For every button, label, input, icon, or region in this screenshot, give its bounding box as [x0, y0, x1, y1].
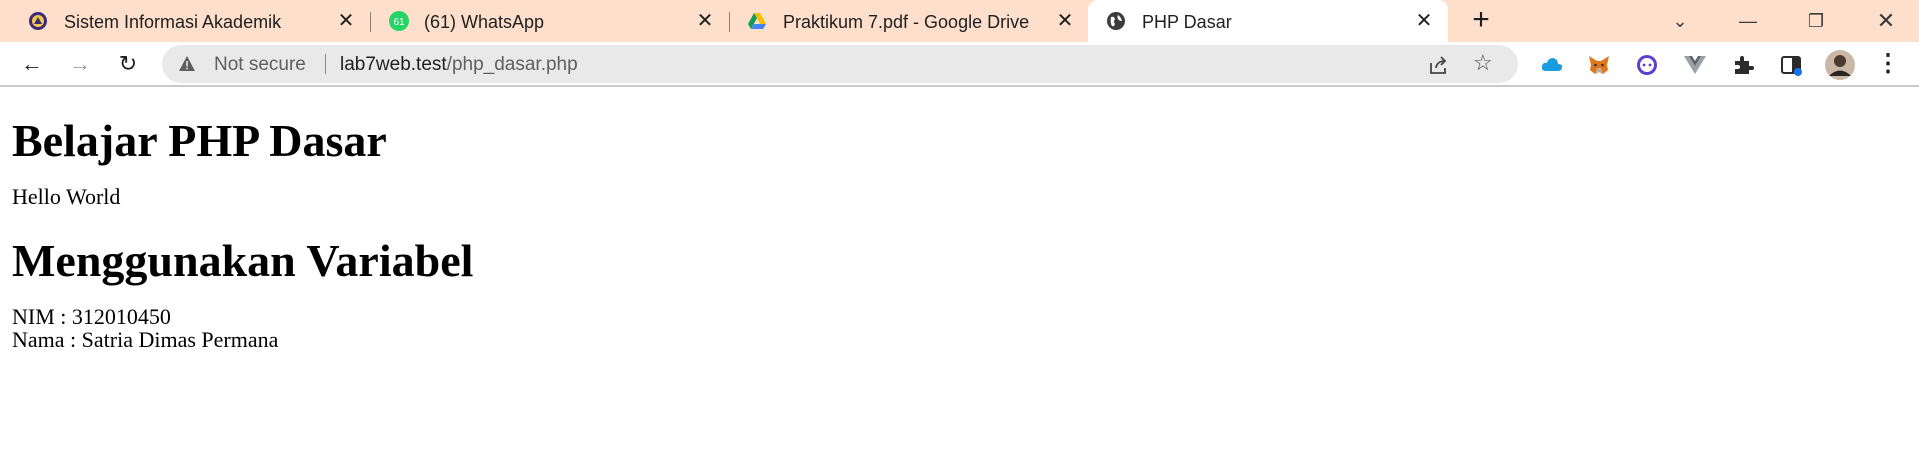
tab-title: Sistem Informasi Akademik — [64, 12, 282, 32]
tab-sistem-informasi[interactable]: Sistem Informasi Akademik ✕ — [0, 0, 370, 42]
tab-title: Praktikum 7.pdf - Google Drive — [783, 12, 1030, 32]
tab-close-icon[interactable]: ✕ — [335, 10, 357, 32]
tab-close-icon[interactable]: ✕ — [1054, 10, 1076, 32]
url-path: /php_dasar.php — [446, 54, 578, 75]
metamask-fox-icon[interactable] — [1587, 53, 1611, 77]
forward-arrow-icon[interactable]: → — [68, 52, 92, 76]
restore-icon[interactable]: ❐ — [1796, 6, 1836, 36]
profile-avatar[interactable] — [1824, 49, 1856, 81]
share-icon[interactable] — [1428, 54, 1450, 76]
tab-title: (61) WhatsApp — [424, 12, 545, 32]
new-tab-button[interactable]: + — [1468, 5, 1494, 35]
hello-world-text: Hello World — [12, 184, 121, 209]
omnibox-divider — [325, 54, 326, 74]
cloud-icon[interactable] — [1540, 53, 1564, 77]
menu-kebab-icon[interactable]: ⋮ — [1876, 52, 1900, 76]
warning-triangle-icon — [179, 56, 195, 71]
tab-strip: Sistem Informasi Akademik ✕ 61 (61) What… — [0, 0, 1919, 42]
tab-whatsapp[interactable]: 61 (61) WhatsApp ✕ — [371, 0, 729, 42]
google-drive-icon — [748, 13, 766, 29]
tab-title: PHP Dasar — [1142, 12, 1232, 32]
url-text[interactable]: lab7web.test/php_dasar.php — [340, 54, 578, 76]
tab-php-dasar[interactable]: PHP Dasar ✕ — [1088, 0, 1448, 42]
globe-icon — [1107, 12, 1125, 30]
page-heading-belajar: Belajar PHP Dasar — [12, 115, 387, 166]
sidepanel-icon[interactable] — [1779, 53, 1803, 77]
university-logo-icon — [29, 12, 47, 30]
tab-google-drive[interactable]: Praktikum 7.pdf - Google Drive ✕ — [730, 0, 1088, 42]
page-heading-variabel: Menggunakan Variabel — [12, 235, 474, 286]
bookmark-star-icon[interactable]: ☆ — [1473, 52, 1493, 74]
back-arrow-icon[interactable]: ← — [20, 52, 44, 76]
address-bar[interactable]: Not secure lab7web.test/php_dasar.php ☆ — [162, 45, 1518, 83]
browser-toolbar: ← → ↻ Not secure lab7web.test/php_dasar.… — [0, 42, 1919, 87]
minimize-icon[interactable]: — — [1728, 6, 1768, 36]
chat-bubble-icon[interactable] — [1635, 53, 1659, 77]
puzzle-extensions-icon[interactable] — [1731, 53, 1755, 77]
tab-search-chevron-icon[interactable]: ⌄ — [1660, 6, 1700, 36]
tab-close-icon[interactable]: ✕ — [694, 10, 716, 32]
nama-text: Nama : Satria Dimas Permana — [12, 327, 279, 352]
whatsapp-icon: 61 — [389, 11, 409, 31]
url-host: lab7web.test — [340, 54, 447, 75]
vue-icon[interactable] — [1683, 53, 1707, 77]
reload-icon[interactable]: ↻ — [116, 52, 140, 76]
tab-close-icon[interactable]: ✕ — [1413, 10, 1435, 32]
not-secure-label[interactable]: Not secure — [214, 54, 306, 76]
window-close-icon[interactable]: ✕ — [1866, 6, 1906, 36]
whatsapp-badge: 61 — [393, 17, 405, 28]
